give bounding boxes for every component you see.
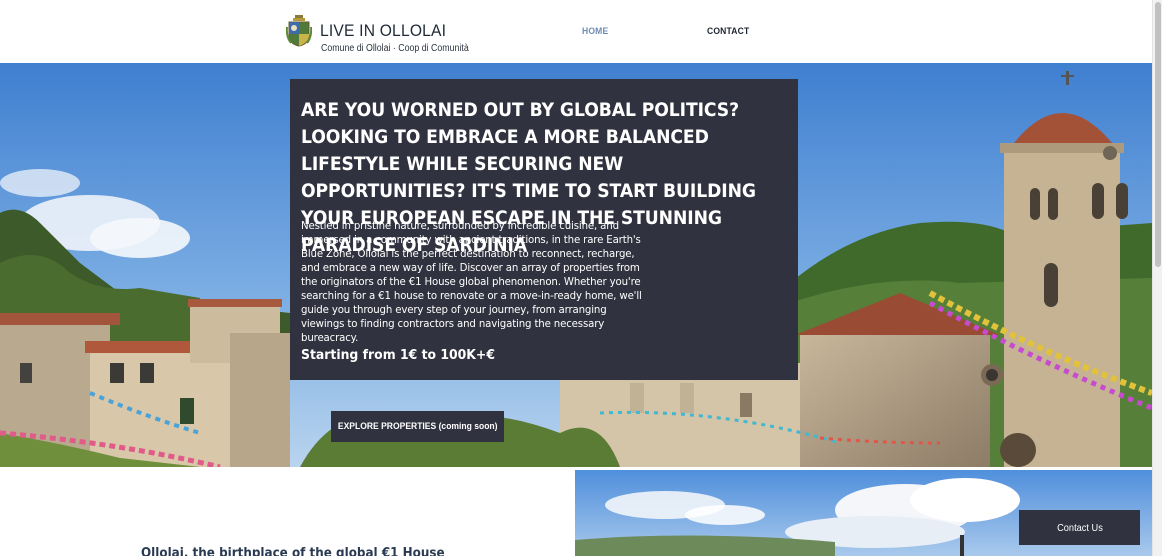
coat-of-arms-icon[interactable] [286,15,312,47]
contact-us-button[interactable]: Contact Us [1019,510,1140,545]
section-title: Ollolai, the birthplace of the global €1… [141,546,445,556]
scrollbar-thumb[interactable] [1155,2,1161,267]
page-scrollbar[interactable] [1152,0,1162,556]
site-subtitle: Comune di Ollolai · Coop di Comunità [321,43,469,54]
hero-body-text: Nestled in pristine nature, surrounded b… [301,221,642,344]
site-header: LIVE IN OLLOLAI Comune di Ollolai · Coop… [0,0,1152,63]
explore-properties-label: EXPLORE PROPERTIES (coming soon) [337,421,498,432]
nav-contact[interactable]: CONTACT [707,26,749,37]
site-title[interactable]: LIVE IN OLLOLAI [320,21,446,41]
nav-home[interactable]: HOME [582,26,608,37]
explore-properties-button[interactable]: EXPLORE PROPERTIES (coming soon) [331,411,504,442]
hero-price-line: Starting from 1€ to 100K+€ [301,347,495,363]
contact-us-label: Contact Us [1056,521,1103,534]
hero-text-panel: ARE YOU WORNED OUT BY GLOBAL POLITICS? L… [290,79,798,380]
hero-section: ARE YOU WORNED OUT BY GLOBAL POLITICS? L… [0,63,1152,467]
